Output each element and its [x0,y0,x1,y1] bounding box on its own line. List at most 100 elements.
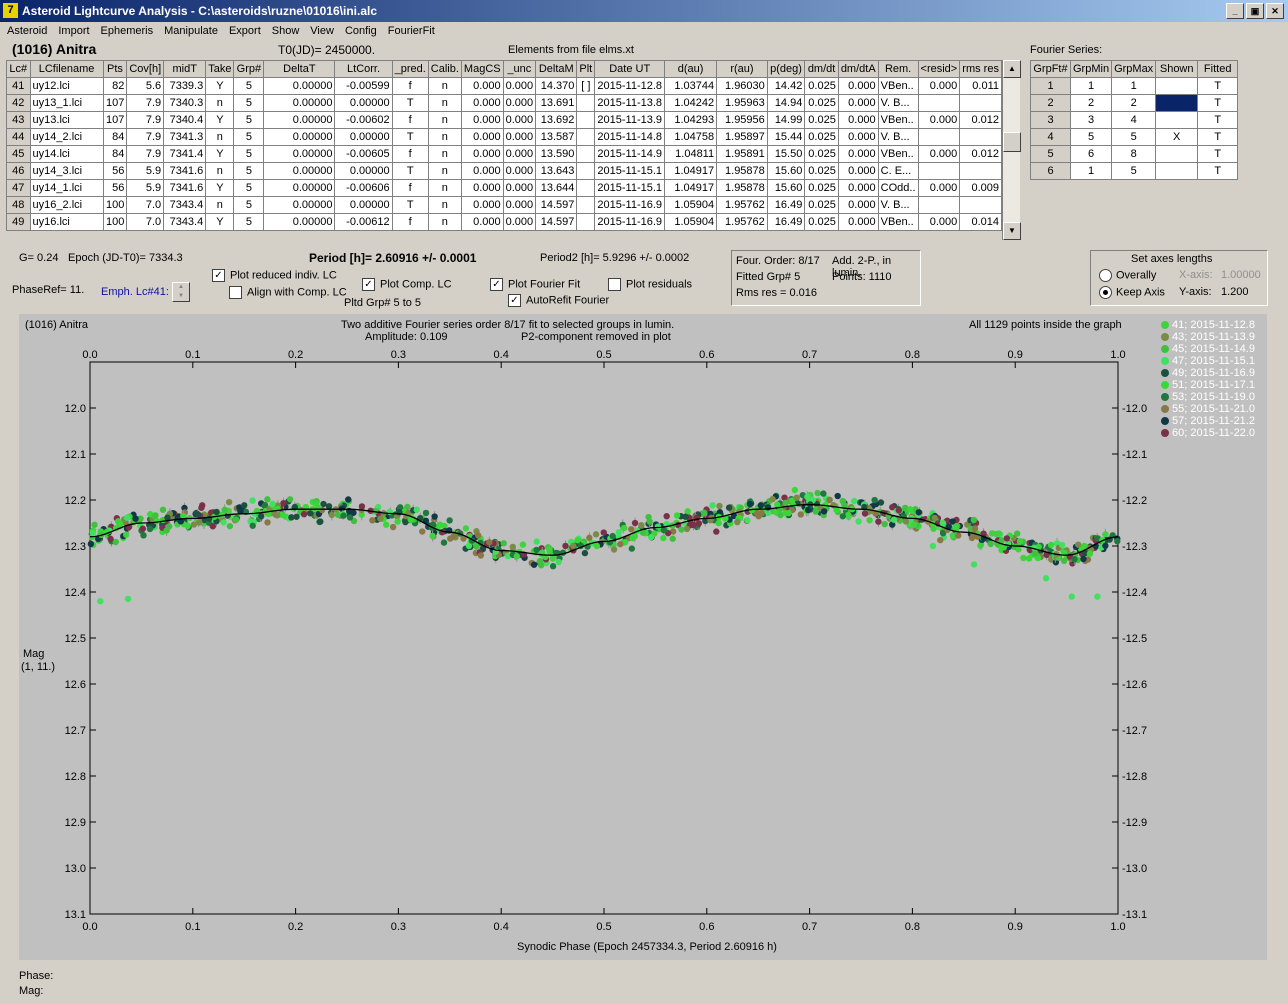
lc-cell[interactable]: 5 [233,94,265,112]
lc-cell[interactable]: V. B... [877,128,919,146]
fourier-row[interactable]: 455XT [1030,128,1239,146]
lc-cell[interactable]: n [205,162,235,180]
lc-cell[interactable]: f [391,179,429,197]
lc-cell[interactable]: 2015-11-14.9 [594,145,666,163]
lc-cell[interactable]: 14.42 [766,77,806,95]
lc-cell[interactable]: uy14_3.lci [29,162,104,180]
fourier-cell[interactable]: 2 [1069,94,1113,112]
lc-cell[interactable]: 0.000 [502,94,537,112]
lc-cell[interactable]: -0.00612 [334,213,393,231]
fourier-cell[interactable]: 5 [1069,128,1113,146]
fourier-cell[interactable] [1155,162,1199,180]
lc-cell[interactable]: uy16.lci [29,213,104,231]
lc-cell[interactable] [917,162,961,180]
lc-cell[interactable]: -0.00599 [334,77,393,95]
lc-cell[interactable]: 7341.4 [163,145,207,163]
fourier-col-header[interactable]: Fitted [1197,60,1239,78]
lc-cell[interactable]: 16.49 [766,196,806,214]
lc-cell[interactable]: 0.000 [917,77,961,95]
fourier-cell[interactable]: X [1155,128,1199,146]
lc-cell[interactable]: 0.000 [460,179,504,197]
lc-cell[interactable]: T [391,162,429,180]
lc-cell[interactable] [576,213,596,231]
lc-cell[interactable]: Y [205,213,235,231]
lc-cell[interactable]: -0.00605 [334,145,393,163]
lc-cell[interactable]: 0.00000 [263,179,336,197]
lc-cell[interactable]: 45 [6,145,31,163]
lc-cell[interactable]: 84 [102,145,128,163]
lc-cell[interactable]: VBen.. [877,111,919,129]
lc-col-header[interactable]: d(au) [664,60,718,78]
lc-cell[interactable]: V. B... [877,196,919,214]
lc-cell[interactable]: 0.00000 [334,162,393,180]
lc-cell[interactable]: 84 [102,128,128,146]
fourier-cell[interactable]: T [1197,145,1239,163]
lc-cell[interactable]: 0.00000 [334,94,393,112]
lc-cell[interactable]: 0.000 [837,77,879,95]
lc-cell[interactable] [576,111,596,129]
lc-cell[interactable]: 1.96030 [716,77,768,95]
lc-table-row[interactable]: 41 uy12.lci 82 5.6 7339.3 Y 5 0.00000 -0.00599 f n… [6,77,1002,95]
lc-cell[interactable]: 0.025 [804,162,839,180]
fourier-cell[interactable]: 5 [1111,162,1157,180]
lc-col-header[interactable]: midT [163,60,207,78]
lc-cell[interactable]: n [427,213,462,231]
lc-cell[interactable]: 14.94 [766,94,806,112]
lc-cell[interactable]: 56 [102,179,128,197]
lc-col-header[interactable]: Plt [576,60,596,78]
lc-cell[interactable]: 0.00000 [263,128,336,146]
lc-cell[interactable]: 0.025 [804,94,839,112]
menu-config[interactable]: Config [341,23,381,39]
fourier-cell[interactable]: 1 [1069,162,1113,180]
fourier-cell[interactable]: 8 [1111,145,1157,163]
lc-cell[interactable]: 7.0 [126,213,165,231]
lc-cell[interactable]: 0.000 [837,213,879,231]
fourier-cell[interactable]: 5 [1111,128,1157,146]
align-comp-checkbox[interactable]: Align with Comp. LC [229,286,347,299]
menu-manipulate[interactable]: Manipulate [160,23,222,39]
lc-cell[interactable]: 7343.4 [163,196,207,214]
fourier-cell[interactable]: T [1197,111,1239,129]
lc-cell[interactable]: 13.587 [535,128,578,146]
lc-cell[interactable]: 7343.4 [163,213,207,231]
lc-cell[interactable]: 0.025 [804,213,839,231]
lc-col-header[interactable]: Cov[h] [126,60,165,78]
lc-cell[interactable]: 7.9 [126,111,165,129]
lc-cell[interactable]: 2015-11-15.1 [594,162,666,180]
lc-cell[interactable]: V. B... [877,94,919,112]
lc-cell[interactable]: 0.025 [804,179,839,197]
keep-axis-radio[interactable]: Keep Axis [1099,286,1165,299]
lc-col-header[interactable]: Pts [102,60,128,78]
lc-col-header[interactable]: Grp# [233,60,265,78]
lc-col-header[interactable]: MagCS [460,60,504,78]
lc-col-header[interactable]: dm/dtA [837,60,879,78]
lc-cell[interactable]: 7339.3 [163,77,207,95]
lc-cell[interactable]: 56 [102,162,128,180]
lc-table-row[interactable]: 47 uy14_1.lci 56 5.9 7341.6 Y 5 0.00000 -0.00606… [6,179,1002,197]
fourier-cell[interactable]: 4 [1111,111,1157,129]
lc-cell[interactable]: n [427,128,462,146]
lc-col-header[interactable]: r(au) [716,60,768,78]
menu-view[interactable]: View [306,23,338,39]
lc-cell[interactable]: 1.95878 [716,179,768,197]
lc-table-row[interactable]: 43 uy13.lci 107 7.9 7340.4 Y 5 0.00000 -0.00602 f… [6,111,1002,129]
lc-cell[interactable]: 13.643 [535,162,578,180]
lc-cell[interactable]: 1.95762 [716,213,768,231]
lc-cell[interactable]: 0.00000 [263,162,336,180]
lc-cell[interactable]: 5.9 [126,162,165,180]
fourier-cell[interactable] [1155,145,1199,163]
lc-col-header[interactable]: p(deg) [766,60,806,78]
lc-cell[interactable]: 0.000 [502,179,537,197]
lc-cell[interactable]: 100 [102,196,128,214]
lc-cell[interactable]: 1.04758 [664,128,718,146]
lc-cell[interactable]: 0.025 [804,128,839,146]
fourier-cell[interactable]: 3 [1069,111,1113,129]
lc-cell[interactable]: 15.44 [766,128,806,146]
lc-cell[interactable] [576,145,596,163]
lc-cell[interactable]: 49 [6,213,31,231]
fourier-cell[interactable]: T [1197,94,1239,112]
lc-cell[interactable]: uy16_2.lci [29,196,104,214]
lightcurve-plot[interactable]: (1016) Anitra Two additive Fourier serie… [19,314,1267,960]
lc-cell[interactable]: T [391,94,429,112]
lc-col-header[interactable]: _pred. [391,60,429,78]
